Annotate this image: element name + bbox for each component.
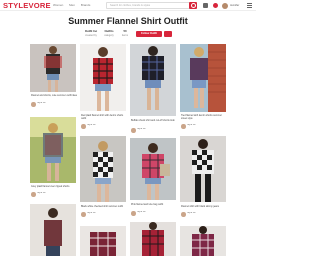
pin-card[interactable] (180, 226, 226, 256)
search-button[interactable] (189, 2, 197, 9)
stat-items: 50 items (114, 29, 136, 37)
pin-description: Buffalo check shirt and cut-off shorts l… (131, 119, 175, 122)
bag-icon[interactable] (203, 3, 208, 8)
pin-card[interactable] (130, 222, 176, 256)
pin-card[interactable]: Pink flannel and tote bag outfit Style I… (130, 138, 176, 218)
user-name[interactable]: Jennifer (230, 4, 239, 7)
pin-image[interactable] (180, 44, 226, 112)
top-bar: STYLEVORE Women Men Brands Search for cl… (0, 0, 256, 11)
author-name: Style Inc (37, 192, 46, 194)
stat-label: category (104, 33, 114, 37)
pin-image[interactable] (130, 138, 176, 200)
pin-card[interactable]: Red plaid flannel shirt with denim short… (80, 44, 126, 134)
pin-description: Flannel shirt with black skinny jeans (181, 205, 220, 208)
pin-card[interactable] (30, 204, 76, 256)
pin-image[interactable] (80, 226, 126, 256)
stat-label: items (122, 33, 128, 37)
avatar (31, 192, 36, 197)
pin-image[interactable] (80, 136, 126, 202)
pin-description: Red plaid flannel shirt with denim short… (81, 114, 124, 120)
author-name: Style Inc (137, 211, 146, 213)
nav-item-women[interactable]: Women (53, 3, 63, 7)
pin-image[interactable] (30, 117, 76, 183)
main-nav: Women Men Brands (53, 3, 95, 7)
pin-image[interactable] (30, 204, 76, 256)
pin-image[interactable] (180, 136, 226, 202)
pin-description: Tied flannel with denim shorts summer st… (181, 114, 222, 120)
stat-label: created by (85, 33, 97, 37)
pin-author[interactable]: Style Inc (81, 212, 127, 218)
author-name: Style Inc (87, 124, 96, 126)
pin-image[interactable] (130, 222, 176, 256)
pin-image[interactable] (30, 44, 76, 92)
page-title: Summer Flannel Shirt Outfit (68, 16, 188, 26)
avatar (131, 211, 136, 216)
avatar (181, 212, 186, 217)
avatar (181, 124, 186, 129)
outfit-stats: Outfit Inc created by Outfits category 5… (0, 29, 256, 40)
heart-icon[interactable] (213, 3, 218, 8)
author-name: Style Inc (187, 212, 196, 214)
nav-item-men[interactable]: Men (69, 3, 75, 7)
pin-description: Black white checked shirt summer outfit (81, 205, 123, 208)
pin-description: Pink flannel and tote bag outfit (131, 203, 164, 206)
pin-image[interactable] (80, 44, 126, 111)
avatar (81, 124, 86, 129)
avatar (31, 102, 36, 107)
pin-card[interactable]: Tied flannel with denim shorts summer st… (180, 44, 226, 130)
search-input[interactable]: Search for clothes, brands & styles (106, 2, 190, 9)
pin-author[interactable]: Style Inc (131, 128, 177, 134)
avatar (81, 212, 86, 217)
pin-description: Grey plaid flannel over ripped shorts (31, 185, 70, 188)
author-name: Style Inc (187, 124, 196, 126)
pin-card[interactable]: Flannel shirt with black skinny jeans St… (180, 136, 226, 220)
pin-author[interactable]: Style Inc (131, 211, 177, 217)
share-button[interactable] (164, 31, 172, 37)
pin-card[interactable]: Grey plaid flannel over ripped shorts St… (30, 117, 76, 197)
pin-card[interactable] (80, 226, 126, 256)
pin-author[interactable]: Style Inc (81, 124, 127, 130)
site-logo[interactable]: STYLEVORE (3, 1, 51, 10)
menu-icon[interactable] (247, 3, 252, 8)
author-name: Style Inc (137, 128, 146, 130)
pin-card[interactable]: Flannel and shorts, cute summer outfit i… (30, 44, 77, 114)
pin-image[interactable] (180, 226, 226, 256)
pin-card[interactable]: Black white checked shirt summer outfit … (80, 136, 126, 220)
pin-card[interactable]: Buffalo check shirt and cut-off shorts l… (130, 44, 176, 134)
pin-image[interactable] (130, 44, 176, 116)
nav-item-brands[interactable]: Brands (81, 3, 91, 7)
pin-author[interactable]: Style Inc (31, 102, 77, 108)
author-name: Style Inc (87, 212, 96, 214)
pin-author[interactable]: Style Inc (181, 124, 227, 130)
follow-button[interactable]: Follow Outfit (136, 31, 162, 37)
pin-description: Flannel and shorts, cute summer outfit i… (31, 94, 77, 97)
avatar[interactable] (222, 2, 228, 9)
author-name: Style Inc (37, 102, 46, 104)
pin-author[interactable]: Style Inc (181, 212, 227, 218)
pin-author[interactable]: Style Inc (31, 192, 77, 198)
avatar (131, 128, 136, 133)
